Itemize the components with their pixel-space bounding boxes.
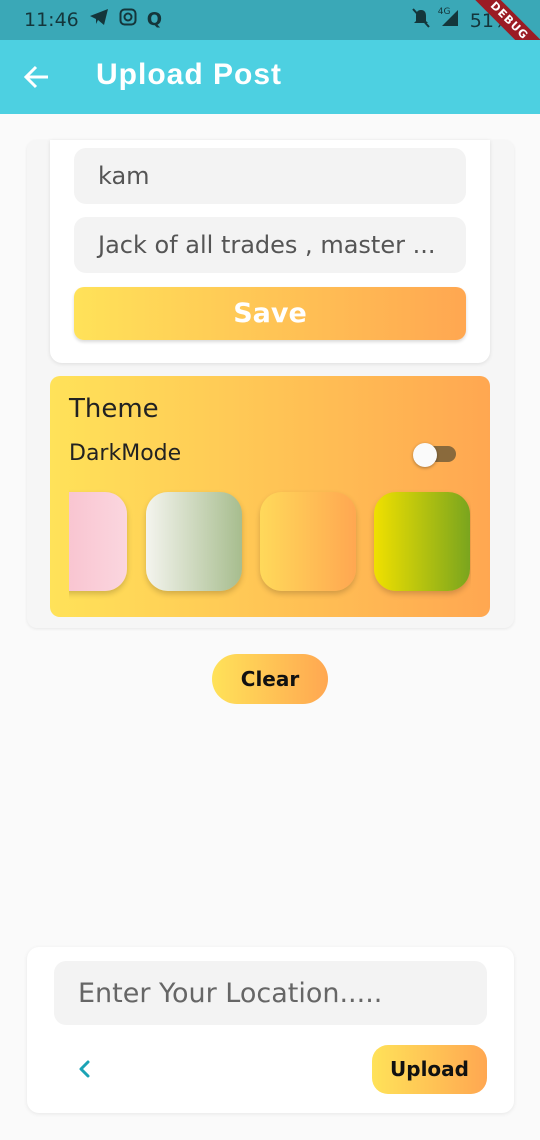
app-bar: Upload Post [0, 40, 540, 114]
back-button[interactable] [20, 60, 54, 94]
theme-swatch-lime[interactable] [374, 492, 470, 591]
upload-button[interactable]: Upload [372, 1045, 487, 1094]
signal-icon: 4G [438, 7, 460, 33]
page-title: Upload Post [96, 58, 283, 91]
status-time: 11:46 [24, 8, 79, 31]
save-button[interactable]: Save [74, 287, 466, 340]
status-bar: 11:46 Q 4G 51% DEBUG [0, 0, 540, 74]
theme-swatch-sage[interactable] [146, 492, 242, 591]
name-field[interactable]: kam [74, 148, 466, 204]
instagram-icon [119, 8, 137, 31]
mute-bell-icon [412, 8, 430, 33]
theme-swatch-list[interactable] [69, 489, 471, 601]
previous-button[interactable] [72, 1056, 98, 1082]
location-input[interactable] [54, 961, 487, 1025]
arrow-back-icon [23, 65, 48, 89]
q-app-icon: Q [146, 8, 163, 30]
network-type: 4G [437, 7, 451, 17]
theme-swatch-pink[interactable] [69, 492, 127, 591]
dark-mode-label: DarkMode [69, 441, 182, 466]
clear-button[interactable]: Clear [212, 654, 328, 704]
bio-field[interactable]: Jack of all trades , master ... [74, 217, 466, 273]
chevron-left-icon [79, 1060, 90, 1078]
theme-swatch-orange[interactable] [260, 492, 356, 591]
status-left: 11:46 Q [24, 8, 162, 31]
theme-title: Theme [69, 394, 159, 424]
dark-mode-toggle-thumb[interactable] [413, 443, 437, 467]
telegram-icon [89, 8, 109, 31]
